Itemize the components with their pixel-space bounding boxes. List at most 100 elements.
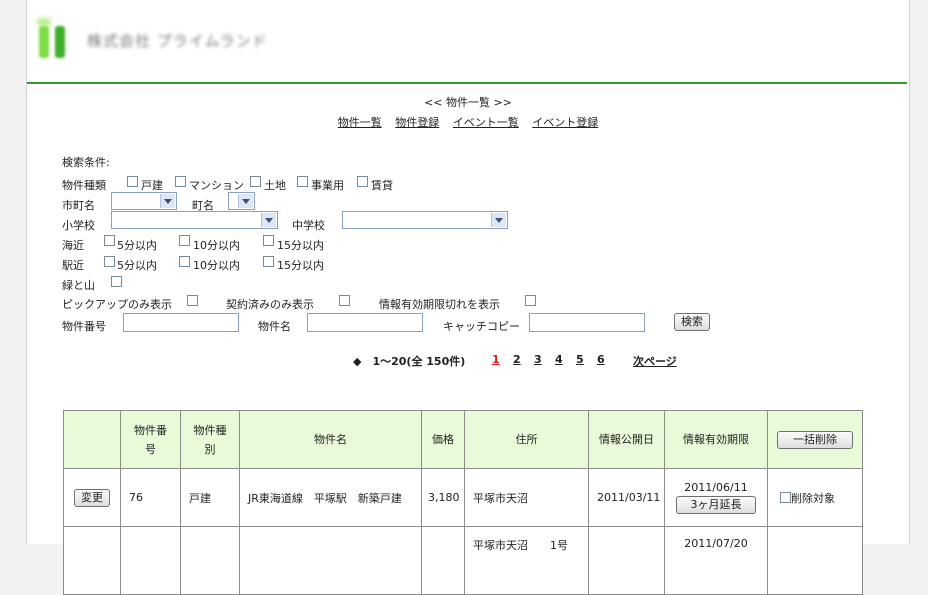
column-header-type: 物件種別 <box>180 410 240 469</box>
company-name: 株式会社 プライムランド <box>87 32 268 50</box>
table-row: 変更 76 戸建 JR東海道線 平塚駅 新築戸建 3,180 平塚市天沼 201… <box>63 468 863 527</box>
expired-show-label: 情報有効期限切れを表示 <box>379 298 500 311</box>
town-select[interactable] <box>228 192 255 210</box>
chevron-down-icon <box>261 213 276 227</box>
contracted-only-checkbox[interactable] <box>339 295 350 306</box>
green-mountain-checkbox[interactable] <box>111 276 122 287</box>
page-link-6[interactable]: 6 <box>597 353 605 366</box>
green-mountain-label: 緑と山 <box>62 279 95 292</box>
sea-label-10min: 10分以内 <box>193 239 240 252</box>
property-number-label: 物件番号 <box>62 320 106 333</box>
type-checkbox-mansion[interactable] <box>175 176 186 187</box>
elementary-school-label: 小学校 <box>62 219 95 232</box>
type-checkbox-land[interactable] <box>250 176 261 187</box>
column-header-price: 価格 <box>421 410 465 469</box>
column-header-published: 情報公開日 <box>588 410 665 469</box>
type-label-business: 事業用 <box>311 179 344 192</box>
page-link-3[interactable]: 3 <box>534 353 542 366</box>
page-title: << 物件一覧 >> <box>424 96 512 109</box>
chevron-down-icon <box>238 194 253 208</box>
nav-link-event-list[interactable]: イベント一覧 <box>453 116 519 129</box>
header-divider <box>27 82 907 84</box>
station-label-10min: 10分以内 <box>193 259 240 272</box>
sea-checkbox-10min[interactable] <box>179 235 190 246</box>
table-header-row: 物件番号 物件種別 物件名 価格 住所 情報公開日 情報有効期限 一括削除 <box>63 410 863 469</box>
row-delete-cell: 削除対象 <box>767 468 863 527</box>
page-link-5[interactable]: 5 <box>576 353 584 366</box>
station-checkbox-5min[interactable] <box>104 256 115 267</box>
edit-button[interactable]: 変更 <box>74 488 110 507</box>
property-name-input[interactable] <box>307 313 423 332</box>
station-label-5min: 5分以内 <box>117 259 157 272</box>
type-label-land: 土地 <box>264 179 286 192</box>
city-select[interactable] <box>111 192 177 210</box>
row-expires: 2011/07/20 <box>664 526 768 595</box>
property-table: 物件番号 物件種別 物件名 価格 住所 情報公開日 情報有効期限 一括削除 変更… <box>63 410 863 595</box>
sea-checkbox-15min[interactable] <box>263 235 274 246</box>
page-container: 株式会社 プライムランド << 物件一覧 >> 物件一覧 物件登録 イベント一覧… <box>26 0 910 595</box>
sea-label-15min: 15分以内 <box>277 239 324 252</box>
row-number: 76 <box>120 468 181 527</box>
search-heading: 検索条件: <box>62 156 110 169</box>
row-published: 2011/03/11 <box>588 468 665 527</box>
nav-link-event-register[interactable]: イベント登録 <box>532 116 598 129</box>
page-link-2[interactable]: 2 <box>513 353 521 366</box>
page-link-1[interactable]: 1 <box>492 353 500 366</box>
property-name-label: 物件名 <box>258 320 291 333</box>
row-expires-cell: 2011/06/11 3ヶ月延長 <box>664 468 768 527</box>
middle-school-select[interactable] <box>342 211 508 229</box>
next-page-link[interactable]: 次ページ <box>633 353 677 369</box>
type-checkbox-house[interactable] <box>127 176 138 187</box>
nav-link-property-register[interactable]: 物件登録 <box>395 116 439 129</box>
search-button[interactable]: 検索 <box>674 313 710 331</box>
station-label-15min: 15分以内 <box>277 259 324 272</box>
middle-school-label: 中学校 <box>292 219 325 232</box>
city-label: 市町名 <box>62 199 95 212</box>
pickup-only-label: ピックアップのみ表示 <box>62 298 172 311</box>
delete-target-checkbox[interactable] <box>780 492 791 503</box>
sea-checkbox-5min[interactable] <box>104 235 115 246</box>
column-header-number: 物件番号 <box>120 410 181 469</box>
column-header-expires: 情報有効期限 <box>664 410 768 469</box>
column-header-bulk: 一括削除 <box>767 410 863 469</box>
nav-link-property-list[interactable]: 物件一覧 <box>338 116 382 129</box>
column-header-name: 物件名 <box>239 410 422 469</box>
property-number-input[interactable] <box>123 313 239 332</box>
expired-show-checkbox[interactable] <box>525 295 536 306</box>
row-name: JR東海道線 平塚駅 新築戸建 <box>239 468 422 527</box>
row-address: 平塚市天沼 1号 <box>464 526 589 595</box>
type-label-house: 戸建 <box>141 179 163 192</box>
type-checkbox-rental[interactable] <box>357 176 368 187</box>
row-expires: 2011/06/11 <box>684 481 748 494</box>
main-nav: 物件一覧 物件登録 イベント一覧 イベント登録 <box>27 114 909 130</box>
station-near-label: 駅近 <box>62 259 84 272</box>
type-label-mansion: マンション <box>189 179 244 192</box>
station-checkbox-10min[interactable] <box>179 256 190 267</box>
sea-near-label: 海近 <box>62 239 84 252</box>
logo-mark-icon <box>33 16 71 60</box>
contracted-only-label: 契約済みのみ表示 <box>226 298 314 311</box>
bulk-delete-button[interactable]: 一括削除 <box>777 431 853 449</box>
column-header-action <box>63 410 121 469</box>
sea-label-5min: 5分以内 <box>117 239 157 252</box>
station-checkbox-15min[interactable] <box>263 256 274 267</box>
result-range: ◆ 1〜20(全 150件) <box>353 355 466 368</box>
catchcopy-label: キャッチコピー <box>443 320 520 333</box>
table-row: 平塚市天沼 1号 2011/07/20 <box>63 526 863 595</box>
delete-target-label: 削除対象 <box>791 491 835 505</box>
row-price: 3,180 <box>421 468 465 527</box>
extend-3-months-button[interactable]: 3ヶ月延長 <box>676 496 756 514</box>
property-type-label: 物件種類 <box>62 179 106 192</box>
type-checkbox-business[interactable] <box>297 176 308 187</box>
chevron-down-icon <box>160 194 175 208</box>
pickup-only-checkbox[interactable] <box>187 295 198 306</box>
row-address: 平塚市天沼 <box>464 468 589 527</box>
catchcopy-input[interactable] <box>529 313 645 332</box>
column-header-address: 住所 <box>464 410 589 469</box>
page-link-4[interactable]: 4 <box>555 353 563 366</box>
type-label-rental: 賃貸 <box>371 179 393 192</box>
row-action-cell: 変更 <box>63 468 121 527</box>
elementary-school-select[interactable] <box>111 211 278 229</box>
row-type: 戸建 <box>180 468 240 527</box>
chevron-down-icon <box>491 213 506 227</box>
